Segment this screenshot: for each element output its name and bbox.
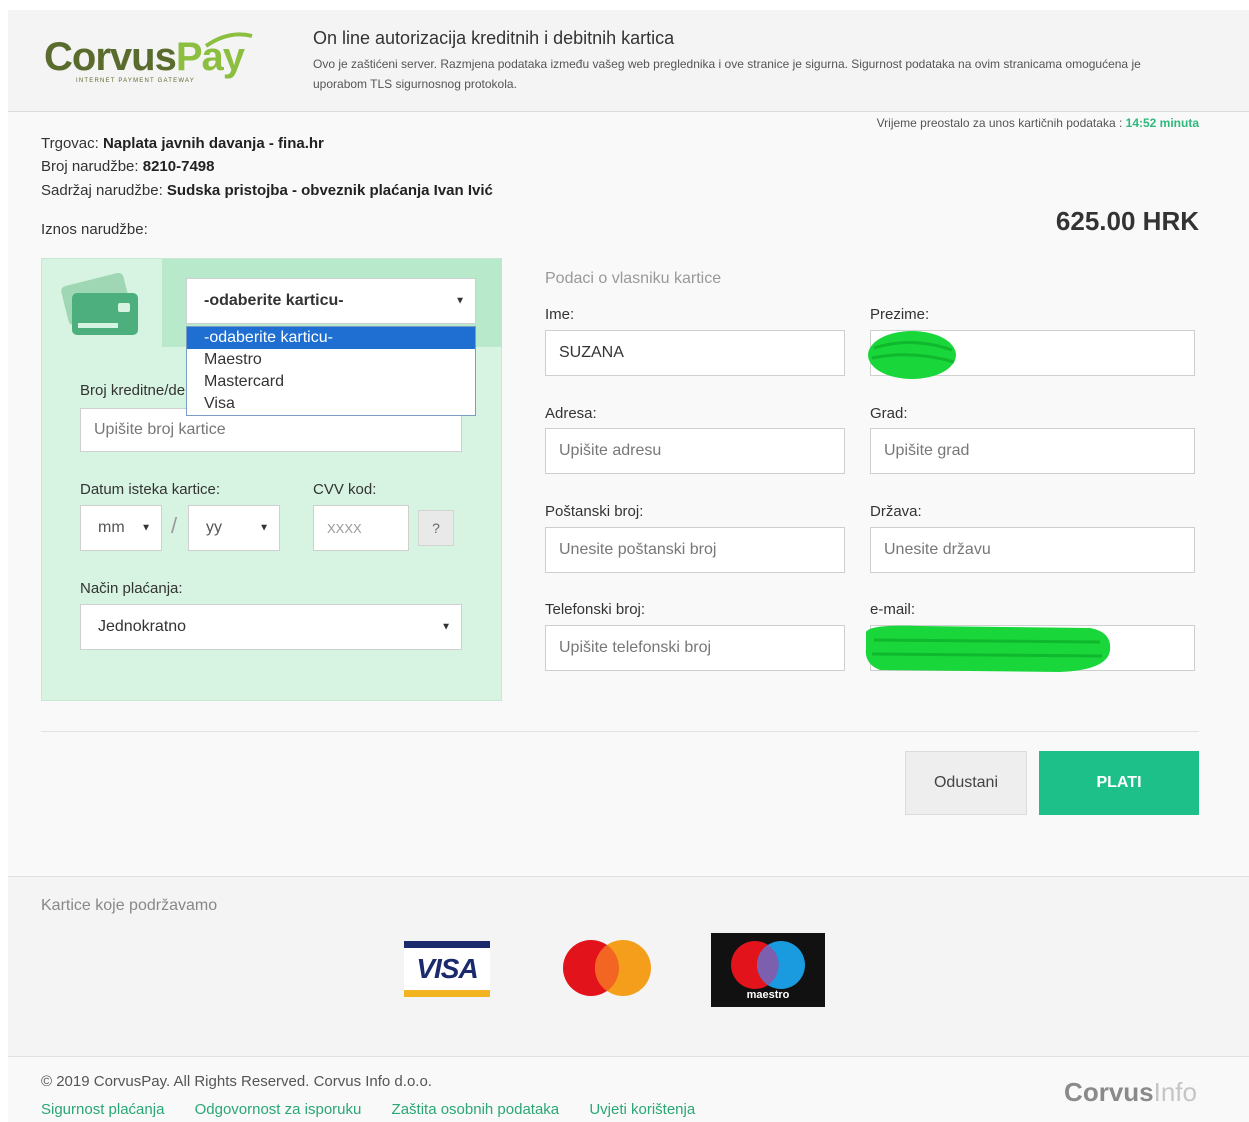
chevron-down-icon: ▼ xyxy=(141,522,151,534)
footer-link-delivery[interactable]: Odgovornost za isporuku xyxy=(195,1101,362,1118)
country-label: Država: xyxy=(870,503,922,520)
cvv-help-button[interactable]: ? xyxy=(418,510,454,546)
country-input[interactable]: Unesite državu xyxy=(870,527,1195,573)
expiry-month-value: mm xyxy=(98,519,125,536)
header-title: On line autorizacija kreditnih i debitni… xyxy=(313,28,675,48)
email-label: e-mail: xyxy=(870,601,916,618)
cancel-button[interactable]: Odustani xyxy=(905,751,1027,815)
card-type-value: -odaberite karticu- xyxy=(204,292,344,309)
chevron-down-icon: ▼ xyxy=(259,522,269,534)
header: CorvusPay INTERNET PAYMENT GATEWAY On li… xyxy=(8,10,1249,112)
card-number-placeholder: Upišite broj kartice xyxy=(94,421,226,438)
cvv-input[interactable]: XXXX xyxy=(313,505,409,551)
postal-placeholder: Unesite poštanski broj xyxy=(559,541,717,558)
first-name-input[interactable]: SUZANA xyxy=(545,330,845,376)
address-label: Adresa: xyxy=(545,405,597,422)
maestro-logo-text: maestro xyxy=(746,989,790,1001)
order-content-value: Sudska pristojba - obveznik plaćanja Iva… xyxy=(166,182,493,199)
city-label: Grad: xyxy=(870,405,908,422)
merchant-label: Trgovac: xyxy=(41,135,99,152)
supported-cards-title: Kartice koje podržavamo xyxy=(41,897,218,914)
copyright: © 2019 CorvusPay. All Rights Reserved. C… xyxy=(41,1073,432,1090)
phone-label: Telefonski broj: xyxy=(545,601,646,618)
phone-placeholder: Upišite telefonski broj xyxy=(559,639,712,656)
city-input[interactable]: Upišite grad xyxy=(870,428,1195,474)
footer-logo-a: Corvus xyxy=(1064,1077,1154,1107)
security-note: Ovo je zaštićeni server. Razmjena podata… xyxy=(313,57,1141,91)
merchant-value: Naplata javnih davanja - fina.hr xyxy=(102,135,324,152)
visa-logo: VISA xyxy=(404,941,490,997)
redaction-scribble-icon xyxy=(865,625,1111,672)
maestro-circles-icon xyxy=(731,941,805,989)
last-name-label: Prezime: xyxy=(870,306,930,323)
address-placeholder: Upišite adresu xyxy=(559,442,662,459)
card-option-maestro[interactable]: Maestro xyxy=(187,349,475,371)
timer-label: Vrijeme preostalo za unos kartičnih poda… xyxy=(876,116,1123,130)
order-content-label: Sadržaj narudžbe: xyxy=(41,182,163,199)
order-number-value: 8210-7498 xyxy=(142,158,215,175)
order-number-row: Broj narudžbe: 8210-7498 xyxy=(41,158,214,175)
card-type-dropdown: -odaberite karticu- Maestro Mastercard V… xyxy=(186,326,476,416)
postal-input[interactable]: Unesite poštanski broj xyxy=(545,527,845,573)
card-type-select[interactable]: -odaberite karticu- ▼ xyxy=(186,278,476,324)
country-placeholder: Unesite državu xyxy=(884,541,991,558)
corvuspay-logo: CorvusPay INTERNET PAYMENT GATEWAY xyxy=(44,32,259,94)
divider xyxy=(41,731,1199,732)
expiry-separator: / xyxy=(171,513,178,538)
holder-section-title: Podaci o vlasniku kartice xyxy=(545,270,722,287)
logo-swoosh-icon xyxy=(204,32,253,48)
timer-value: 14:52 minuta xyxy=(1125,116,1199,130)
card-option-visa[interactable]: Visa xyxy=(187,393,475,415)
payment-method-label: Način plaćanja: xyxy=(80,580,183,597)
redaction-scribble-icon xyxy=(868,331,956,379)
footer-link-privacy[interactable]: Zaštita osobnih podataka xyxy=(392,1101,560,1118)
amount-label: Iznos narudžbe: xyxy=(41,221,148,238)
footer: © 2019 CorvusPay. All Rights Reserved. C… xyxy=(8,1056,1249,1122)
cvv-placeholder: XXXX xyxy=(327,520,362,536)
postal-label: Poštanski broj: xyxy=(545,503,644,520)
credit-card-icon xyxy=(61,273,138,335)
expiry-year-select[interactable]: yy ▼ xyxy=(188,505,280,551)
card-option-none[interactable]: -odaberite karticu- xyxy=(187,327,475,349)
supported-cards-section: Kartice koje podržavamo VISA maestro xyxy=(8,876,1249,1056)
card-option-mastercard[interactable]: Mastercard xyxy=(187,371,475,393)
expiry-year-value: yy xyxy=(206,519,222,536)
mastercard-logo xyxy=(563,940,651,996)
first-name-value: SUZANA xyxy=(559,344,624,361)
phone-input[interactable]: Upišite telefonski broj xyxy=(545,625,845,671)
visa-logo-text: VISA xyxy=(416,953,478,984)
footer-link-terms[interactable]: Uvjeti korištenja xyxy=(589,1101,695,1118)
footer-links: Sigurnost plaćanja Odgovornost za isporu… xyxy=(41,1101,721,1118)
order-content-row: Sadržaj narudžbe: Sudska pristojba - obv… xyxy=(41,182,493,199)
payment-page: CorvusPay INTERNET PAYMENT GATEWAY On li… xyxy=(8,10,1249,1122)
order-number-label: Broj narudžbe: xyxy=(41,158,139,175)
chevron-down-icon: ▼ xyxy=(455,295,465,307)
maestro-logo: maestro xyxy=(711,933,825,1007)
cvv-label: CVV kod: xyxy=(313,481,377,498)
footer-logo-b: Info xyxy=(1153,1077,1197,1107)
amount-value: 625.00 HRK xyxy=(1055,206,1199,236)
merchant-row: Trgovac: Naplata javnih davanja - fina.h… xyxy=(41,135,324,152)
chevron-down-icon: ▼ xyxy=(441,621,451,633)
footer-link-security[interactable]: Sigurnost plaćanja xyxy=(41,1101,164,1118)
logo-subtitle: INTERNET PAYMENT GATEWAY xyxy=(76,78,195,84)
address-input[interactable]: Upišite adresu xyxy=(545,428,845,474)
expiry-month-select[interactable]: mm ▼ xyxy=(80,505,162,551)
timer: Vrijeme preostalo za unos kartičnih poda… xyxy=(877,116,1199,130)
payment-method-value: Jednokratno xyxy=(98,618,187,635)
expiry-label: Datum isteka kartice: xyxy=(80,481,221,498)
city-placeholder: Upišite grad xyxy=(884,442,970,459)
logo-main-text: Corvus xyxy=(44,35,177,79)
first-name-label: Ime: xyxy=(545,306,575,323)
card-number-label: Broj kreditne/de xyxy=(80,382,186,399)
payment-method-select[interactable]: Jednokratno ▼ xyxy=(80,604,462,650)
pay-button[interactable]: PLATI xyxy=(1039,751,1199,815)
corvusinfo-logo: CorvusInfo xyxy=(1064,1077,1197,1108)
